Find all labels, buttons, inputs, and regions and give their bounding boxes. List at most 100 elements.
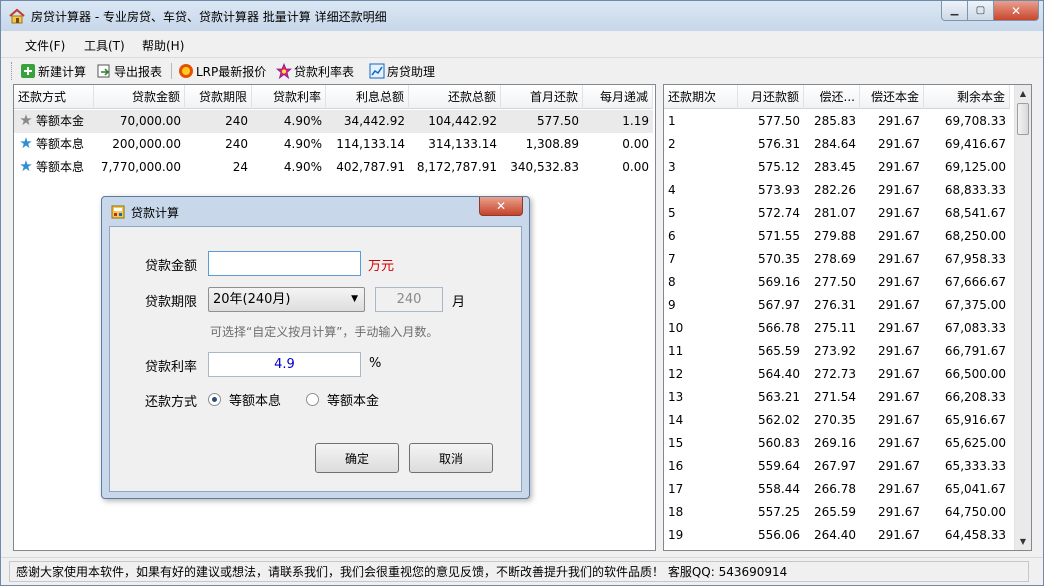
schedule-row[interactable]: 10 566.78 275.11 291.67 67,083.33 <box>664 317 1010 340</box>
schedule-row[interactable]: 16 559.64 267.97 291.67 65,333.33 <box>664 455 1010 478</box>
schedule-cell: 65,333.33 <box>944 459 1006 473</box>
toolbar-grip[interactable] <box>11 62 14 80</box>
schedule-cell: 4 <box>668 183 676 197</box>
loan-cell: 104,442.92 <box>428 114 497 128</box>
calculator-icon <box>111 205 125 219</box>
col-rate[interactable]: 贷款利率 <box>252 85 326 109</box>
rate-input[interactable]: 4.9 <box>208 352 361 377</box>
loan-cell: 0.00 <box>622 160 649 174</box>
schedule-row[interactable]: 19 556.06 264.40 291.67 64,458.33 <box>664 524 1010 547</box>
loan-cell: 1,308.89 <box>525 137 579 151</box>
schedule-cell: 558.44 <box>758 482 800 496</box>
col-monthly-decrease[interactable]: 每月递减 <box>583 85 653 109</box>
mortgage-assistant-button[interactable]: 房贷助理 <box>369 62 435 80</box>
schedule-row[interactable]: 2 576.31 284.64 291.67 69,416.67 <box>664 133 1010 156</box>
schedule-cell: 291.67 <box>878 459 920 473</box>
export-report-label: 导出报表 <box>114 64 163 79</box>
loan-row[interactable]: ★ 等额本息 7,770,000.00 24 4.90% 402,787.91 8,172,… <box>14 156 653 179</box>
schedule-cell: 569.16 <box>758 275 800 289</box>
col-repay-total[interactable]: 还款总额 <box>409 85 501 109</box>
col-monthly-payment[interactable]: 月还款额 <box>738 85 804 109</box>
col-interest-total[interactable]: 利息总额 <box>326 85 409 109</box>
schedule-row[interactable]: 4 573.93 282.26 291.67 68,833.33 <box>664 179 1010 202</box>
title-bar[interactable]: 房贷计算器 - 专业房贷、车贷、贷款计算器 批量计算 详细还款明细 ▁ ▢ ✕ <box>1 1 1043 31</box>
loan-row[interactable]: ★ 等额本息 200,000.00 240 4.90% 114,133.14 314,133… <box>14 133 653 156</box>
schedule-cell: 283.45 <box>814 160 856 174</box>
schedule-row[interactable]: 3 575.12 283.45 291.67 69,125.00 <box>664 156 1010 179</box>
radio-checked-icon <box>208 393 221 406</box>
main-window: 房贷计算器 - 专业房贷、车贷、贷款计算器 批量计算 详细还款明细 ▁ ▢ ✕ … <box>0 0 1044 586</box>
cancel-button[interactable]: 取消 <box>409 443 493 473</box>
schedule-cell: 267.97 <box>814 459 856 473</box>
scroll-up-icon[interactable]: ▲ <box>1015 85 1031 102</box>
amount-input[interactable] <box>208 251 361 276</box>
loan-cell-method: ★ 等额本金 <box>14 110 94 133</box>
schedule-row[interactable]: 18 557.25 265.59 291.67 64,750.00 <box>664 501 1010 524</box>
loan-cell: 70,000.00 <box>119 114 181 128</box>
col-interest-paid[interactable]: 偿还... <box>804 85 860 109</box>
menu-file[interactable]: 文件(F) <box>25 37 65 54</box>
schedule-cell: 66,500.00 <box>944 367 1006 381</box>
radio-equal-installment[interactable]: 等额本息 <box>208 390 281 409</box>
schedule-row[interactable]: 1 577.50 285.83 291.67 69,708.33 <box>664 110 1010 133</box>
term-select[interactable]: 20年(240月) ▼ <box>208 287 365 312</box>
menu-tools[interactable]: 工具(T) <box>84 37 125 54</box>
col-remaining-principal[interactable]: 剩余本金 <box>924 85 1010 109</box>
schedule-cell: 572.74 <box>758 206 800 220</box>
export-report-button[interactable]: 导出报表 <box>96 62 162 80</box>
dialog-close-button[interactable]: ✕ <box>479 197 523 216</box>
col-principal-paid[interactable]: 偿还本金 <box>860 85 924 109</box>
schedule-cell: 7 <box>668 252 676 266</box>
export-icon <box>97 64 110 78</box>
minimize-button[interactable]: ▁ <box>941 1 968 21</box>
schedule-cell: 567.97 <box>758 298 800 312</box>
col-method[interactable]: 还款方式 <box>14 85 94 109</box>
schedule-cell: 6 <box>668 229 676 243</box>
col-term[interactable]: 贷款期限 <box>185 85 252 109</box>
loan-row[interactable]: ★ 等额本金 70,000.00 240 4.90% 34,442.92 104,442.9… <box>14 110 653 133</box>
schedule-cell: 17 <box>668 482 684 496</box>
schedule-row[interactable]: 13 563.21 271.54 291.67 66,208.33 <box>664 386 1010 409</box>
schedule-row[interactable]: 12 564.40 272.73 291.67 66,500.00 <box>664 363 1010 386</box>
schedule-row[interactable]: 8 569.16 277.50 291.67 67,666.67 <box>664 271 1010 294</box>
col-first-month[interactable]: 首月还款 <box>501 85 583 109</box>
menu-help[interactable]: 帮助(H) <box>142 37 184 54</box>
radio-equal-principal[interactable]: 等额本金 <box>306 390 379 409</box>
schedule-cell: 266.78 <box>814 482 856 496</box>
col-period[interactable]: 还款期次 <box>664 85 738 109</box>
schedule-row[interactable]: 17 558.44 266.78 291.67 65,041.67 <box>664 478 1010 501</box>
schedule-cell: 271.54 <box>814 390 856 404</box>
schedule-row[interactable]: 14 562.02 270.35 291.67 65,916.67 <box>664 409 1010 432</box>
schedule-cell: 563.21 <box>758 390 800 404</box>
loan-list-header: 还款方式 贷款金额 贷款期限 贷款利率 利息总额 还款总额 首月还款 每月递减 <box>14 85 653 109</box>
mortgage-assistant-label: 房贷助理 <box>387 64 436 79</box>
schedule-row[interactable]: 11 565.59 273.92 291.67 66,791.67 <box>664 340 1010 363</box>
ok-button[interactable]: 确定 <box>315 443 399 473</box>
close-button[interactable]: ✕ <box>994 1 1039 21</box>
schedule-cell: 570.35 <box>758 252 800 266</box>
schedule-cell: 291.67 <box>878 114 920 128</box>
term-months-input[interactable]: 240 <box>375 287 443 312</box>
col-amount[interactable]: 贷款金额 <box>94 85 185 109</box>
schedule-header: 还款期次 月还款额 偿还... 偿还本金 剩余本金 <box>664 85 1010 109</box>
rate-table-button[interactable]: 贷款利率表 <box>276 62 354 80</box>
star-gray-icon: ★ <box>19 111 33 129</box>
scroll-down-icon[interactable]: ▼ <box>1015 533 1031 550</box>
schedule-row[interactable]: 5 572.74 281.07 291.67 68,541.67 <box>664 202 1010 225</box>
schedule-cell: 557.25 <box>758 505 800 519</box>
scroll-thumb[interactable] <box>1017 103 1029 135</box>
schedule-row[interactable]: 9 567.97 276.31 291.67 67,375.00 <box>664 294 1010 317</box>
maximize-button[interactable]: ▢ <box>968 1 994 21</box>
loan-cell: 4.90% <box>283 160 322 174</box>
schedule-row[interactable]: 7 570.35 278.69 291.67 67,958.33 <box>664 248 1010 271</box>
repayment-schedule[interactable]: 还款期次 月还款额 偿还... 偿还本金 剩余本金 1 577.50 285.83 2… <box>663 84 1032 551</box>
schedule-cell: 9 <box>668 298 676 312</box>
lrp-quote-button[interactable]: LRP最新报价 <box>178 62 266 80</box>
new-calc-button[interactable]: 新建计算 <box>20 62 86 80</box>
schedule-cell: 291.67 <box>878 344 920 358</box>
schedule-row[interactable]: 6 571.55 279.88 291.67 68,250.00 <box>664 225 1010 248</box>
schedule-row[interactable]: 15 560.83 269.16 291.67 65,625.00 <box>664 432 1010 455</box>
star-blue-icon: ★ <box>19 134 33 152</box>
schedule-cell: 275.11 <box>814 321 856 335</box>
schedule-scrollbar[interactable]: ▲ ▼ <box>1014 85 1031 550</box>
